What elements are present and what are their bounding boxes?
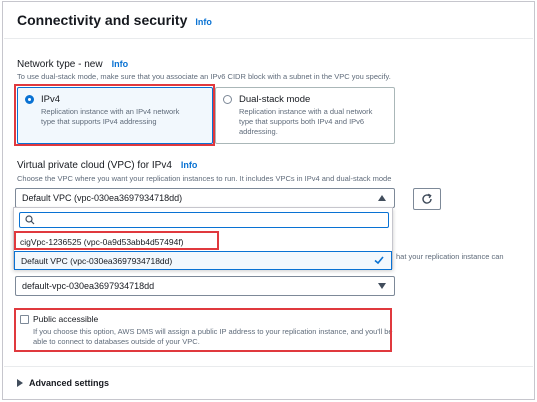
section-info-link[interactable]: Info — [195, 17, 212, 27]
vpc-dropdown: cigVpc-1236525 (vpc-0a9d53abb4d57494f) D… — [13, 207, 393, 270]
search-icon — [25, 215, 35, 225]
section-title: Connectivity and security — [17, 12, 188, 28]
check-icon — [374, 256, 384, 265]
connectivity-panel: Connectivity and security Info Network t… — [2, 1, 535, 400]
public-accessible-description: If you choose this option, AWS DMS will … — [33, 327, 393, 346]
dual-stack-title: Dual-stack mode — [239, 94, 311, 105]
caret-up-icon — [378, 195, 386, 201]
network-type-ipv4-tile[interactable]: IPv4 Replication instance with an IPv4 n… — [17, 87, 213, 144]
vpc-label-row: Virtual private cloud (VPC) for IPv4 Inf… — [17, 160, 197, 171]
advanced-settings-toggle[interactable]: Advanced settings — [17, 378, 109, 388]
network-type-dual-stack-tile[interactable]: Dual-stack mode Replication instance wit… — [215, 87, 395, 144]
network-type-label: Network type - new — [17, 59, 103, 70]
subnet-group-value: default-vpc-030ea3697934718dd — [22, 281, 155, 291]
vpc-info-link[interactable]: Info — [181, 160, 198, 170]
vpc-option[interactable]: cigVpc-1236525 (vpc-0a9d53abb4d57494f) — [14, 232, 392, 251]
subnet-group-select[interactable]: default-vpc-030ea3697934718dd — [15, 276, 395, 296]
ipv4-title: IPv4 — [41, 94, 61, 105]
network-type-label-row: Network type - new Info — [17, 59, 128, 70]
vpc-description: Choose the VPC where you want your repli… — [17, 174, 392, 183]
caret-right-icon — [17, 379, 23, 387]
advanced-settings-label: Advanced settings — [29, 378, 110, 388]
vpc-select[interactable]: Default VPC (vpc-030ea3697934718dd) — [15, 188, 395, 208]
vpc-option-label: Default VPC (vpc-030ea3697934718dd) — [21, 255, 173, 266]
dual-stack-description: Replication instance with a dual network… — [239, 107, 373, 136]
subnet-description-partial: hat your replication instance can — [396, 252, 504, 261]
advanced-divider — [4, 366, 533, 367]
vpc-search-input[interactable] — [19, 212, 389, 228]
section-header: Connectivity and security Info — [17, 12, 212, 28]
refresh-icon — [422, 193, 432, 204]
header-divider — [4, 38, 533, 39]
vpc-option-selected[interactable]: Default VPC (vpc-030ea3697934718dd) — [14, 251, 392, 270]
network-type-description: To use dual-stack mode, make sure that y… — [17, 72, 391, 81]
caret-down-icon — [378, 283, 386, 289]
ipv4-description: Replication instance with an IPv4 networ… — [41, 107, 180, 126]
network-type-info-link[interactable]: Info — [112, 59, 129, 69]
ipv4-radio[interactable] — [25, 95, 34, 104]
vpc-option-label: cigVpc-1236525 (vpc-0a9d53abb4d57494f) — [20, 236, 184, 247]
vpc-label: Virtual private cloud (VPC) for IPv4 — [17, 160, 172, 171]
public-accessible-label: Public accessible — [33, 314, 99, 324]
dual-stack-radio[interactable] — [223, 95, 232, 104]
refresh-button[interactable] — [413, 188, 441, 210]
vpc-select-value: Default VPC (vpc-030ea3697934718dd) — [22, 193, 183, 203]
public-accessible-checkbox[interactable] — [20, 315, 29, 324]
